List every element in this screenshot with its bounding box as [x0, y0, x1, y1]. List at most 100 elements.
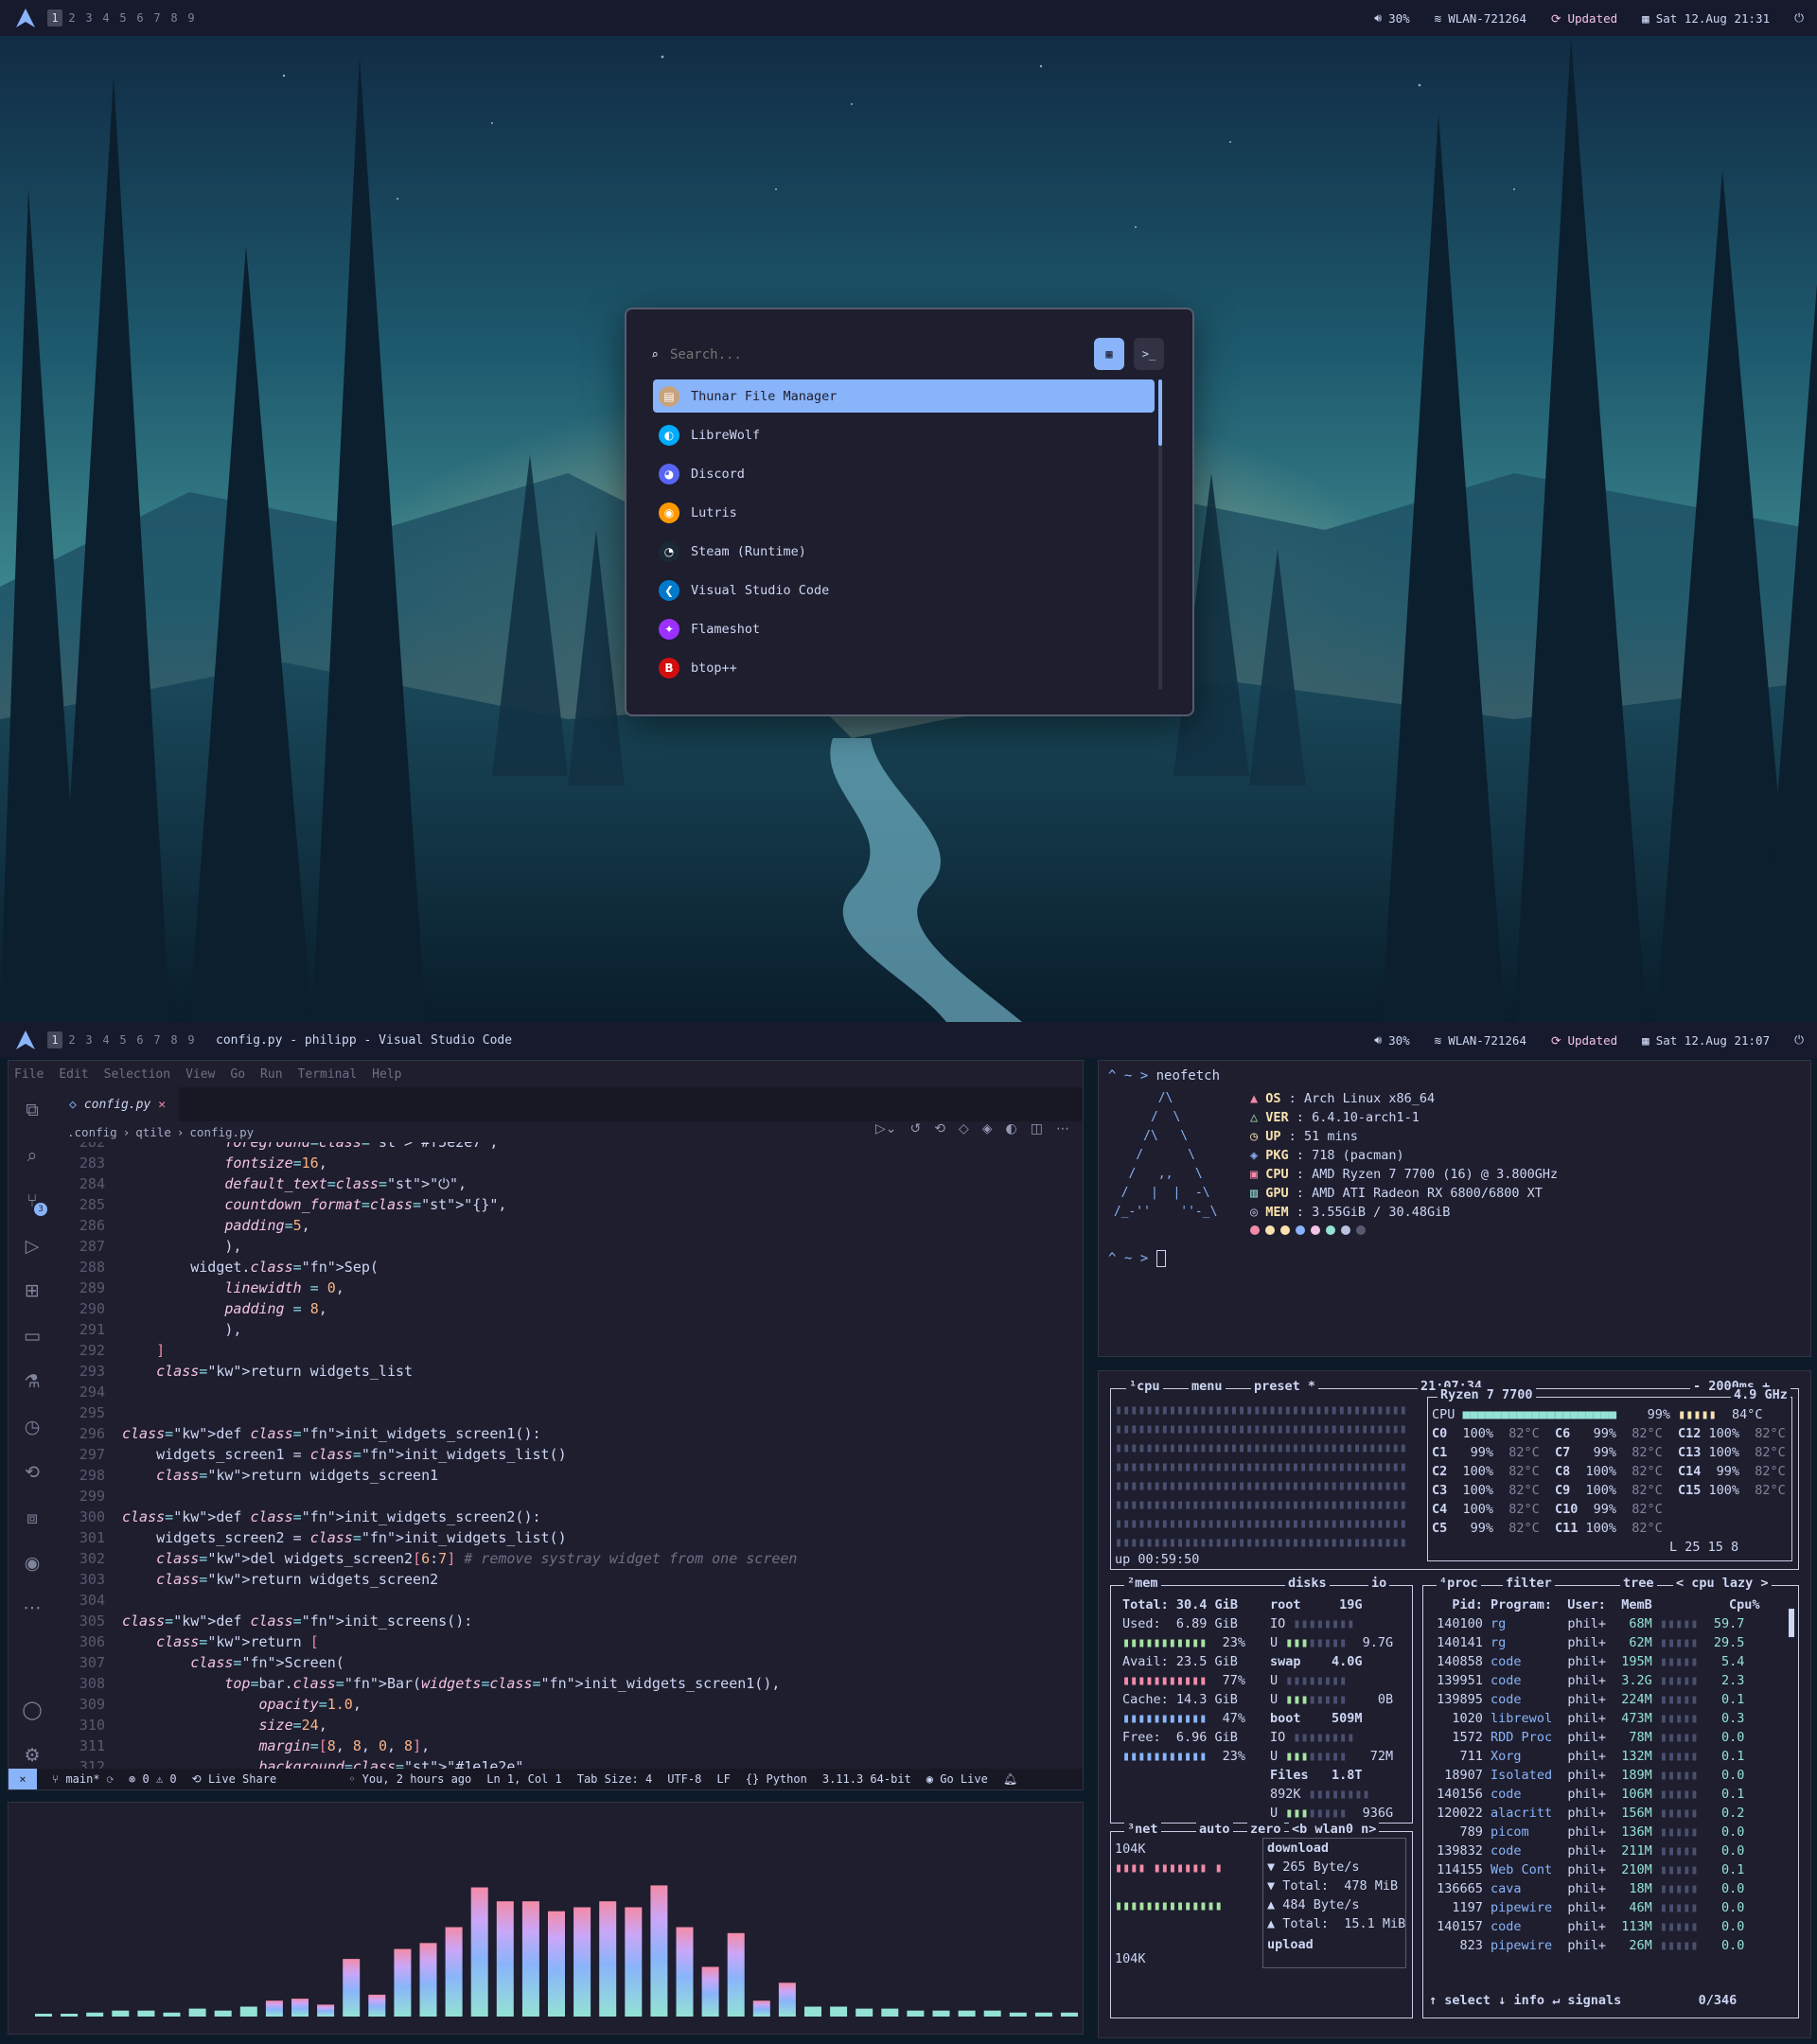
code-line[interactable]: foreground=class="st">"#f5e2e7", — [122, 1142, 498, 1153]
proc-sort[interactable]: < cpu lazy > — [1673, 1576, 1772, 1591]
breadcrumb-item[interactable]: qtile — [135, 1125, 171, 1139]
menu-file[interactable]: File — [14, 1067, 44, 1082]
code-line[interactable]: widget.class="fn">Sep( — [122, 1257, 379, 1278]
code-line[interactable]: padding = 8, — [122, 1298, 326, 1319]
process-row[interactable]: 139951 code phil+ 3.2G ▮▮▮▮▮ 2.3 — [1429, 1673, 1744, 1688]
updates-widget[interactable]: ⟳ Updated — [1551, 11, 1617, 26]
workspace-9[interactable]: 9 — [184, 9, 199, 26]
remote-indicator[interactable]: ⨯ — [9, 1769, 37, 1789]
code-line[interactable]: class="kw">def class="fn">init_widgets_s… — [122, 1507, 541, 1527]
notifications-bell-icon[interactable]: 🔔︎ — [1003, 1772, 1017, 1786]
explorer-icon[interactable]: ⧉ — [19, 1097, 45, 1123]
live-share-icon[interactable]: ⟲ — [19, 1459, 45, 1486]
io-title[interactable]: io — [1368, 1576, 1390, 1591]
history-icon[interactable]: ↺ — [910, 1121, 922, 1137]
tab-size[interactable]: Tab Size: 4 — [577, 1772, 652, 1786]
process-row[interactable]: 136665 cava phil+ 18M ▮▮▮▮▮ 0.0 — [1429, 1881, 1744, 1896]
code-line[interactable]: ] — [122, 1340, 165, 1361]
workspace-1[interactable]: 1 — [47, 1031, 62, 1048]
breadcrumb-item[interactable]: config.py — [189, 1125, 254, 1139]
prev-change-icon[interactable]: ◇ — [959, 1121, 969, 1137]
cpu-box-title[interactable]: ¹cpu — [1126, 1379, 1163, 1394]
proc-filter[interactable]: filter — [1503, 1576, 1555, 1591]
process-row[interactable]: 1020 librewol phil+ 473M ▮▮▮▮▮ 0.3 — [1429, 1711, 1744, 1726]
process-row[interactable]: 140858 code phil+ 195M ▮▮▮▮▮ 5.4 — [1429, 1654, 1744, 1669]
menu-view[interactable]: View — [185, 1067, 215, 1082]
github-icon[interactable]: ◉ — [19, 1550, 45, 1577]
process-row[interactable]: 18907 Isolated phil+ 189M ▮▮▮▮▮ 0.0 — [1429, 1768, 1744, 1783]
arch-logo-icon[interactable] — [11, 4, 40, 32]
breadcrumb-item[interactable]: .config — [67, 1125, 117, 1139]
btop-window[interactable]: ¹cpu menu preset * 21:07:34 - 2000ms + ▮… — [1098, 1370, 1811, 2038]
menu-edit[interactable]: Edit — [59, 1067, 88, 1082]
timeline-icon[interactable]: ◷ — [19, 1414, 45, 1440]
next-change-icon[interactable]: ◈ — [982, 1121, 993, 1137]
split-editor-icon[interactable]: ◫ — [1031, 1121, 1043, 1137]
go-live-button[interactable]: ◉ Go Live — [926, 1772, 988, 1786]
workspace-5[interactable]: 5 — [115, 9, 131, 26]
apps-mode-button[interactable]: ▦ — [1094, 338, 1124, 370]
menu-selection[interactable]: Selection — [104, 1067, 170, 1082]
process-row[interactable]: 140157 code phil+ 113M ▮▮▮▮▮ 0.0 — [1429, 1919, 1744, 1934]
code-line[interactable]: class="kw">def class="fn">init_widgets_s… — [122, 1423, 541, 1444]
revert-icon[interactable]: ⟲ — [934, 1121, 945, 1137]
preset-button[interactable]: preset * — [1251, 1379, 1319, 1394]
run-debug-icon[interactable]: ▷ — [19, 1233, 45, 1260]
launcher-item[interactable]: ❮ Visual Studio Code — [653, 573, 1155, 607]
process-row[interactable]: 114155 Web Cont phil+ 210M ▮▮▮▮▮ 0.1 — [1429, 1862, 1744, 1877]
process-row[interactable]: 1197 pipewire phil+ 46M ▮▮▮▮▮ 0.0 — [1429, 1900, 1744, 1915]
workspace-5[interactable]: 5 — [115, 1031, 131, 1048]
code-line[interactable]: top=bar.class="fn">Bar(widgets=class="fn… — [122, 1673, 780, 1694]
process-row[interactable]: 139832 code phil+ 211M ▮▮▮▮▮ 0.0 — [1429, 1843, 1744, 1859]
terminal-window[interactable]: ^ ~ > neofetch /\ / \ /\ \ / \ / ,, \ / … — [1098, 1060, 1811, 1357]
info-hint[interactable]: info ↵ — [1513, 1993, 1560, 2008]
code-line[interactable]: size=24, — [122, 1715, 327, 1736]
launcher-item[interactable]: ◐ LibreWolf — [653, 418, 1155, 451]
cursor-position[interactable]: Ln 1, Col 1 — [486, 1772, 561, 1786]
code-line[interactable]: ), — [122, 1236, 241, 1257]
workspace-8[interactable]: 8 — [167, 9, 182, 26]
code-line[interactable]: class="kw">del widgets_screen2[6:7] # re… — [122, 1548, 797, 1569]
encoding[interactable]: UTF-8 — [667, 1772, 701, 1786]
code-line[interactable]: class="kw">return widgets_list — [122, 1361, 413, 1382]
workspace-2[interactable]: 2 — [64, 9, 79, 26]
git-blame-status[interactable]: ◦ You, 2 hours ago — [348, 1772, 471, 1786]
eol[interactable]: LF — [716, 1772, 730, 1786]
code-line[interactable]: linewidth = 0, — [122, 1278, 344, 1298]
code-editor[interactable]: 282 foreground=class="st">"#f5e2e7", 283 … — [56, 1142, 1071, 1769]
menu-run[interactable]: Run — [260, 1067, 282, 1082]
workspace-6[interactable]: 6 — [132, 1031, 148, 1048]
extensions-icon[interactable]: ⊞ — [19, 1278, 45, 1304]
workspace-6[interactable]: 6 — [132, 9, 148, 26]
workspace-4[interactable]: 4 — [98, 9, 114, 26]
copilot-icon[interactable]: ◐ — [1006, 1121, 1017, 1137]
process-row[interactable]: 823 pipewire phil+ 26M ▮▮▮▮▮ 0.0 — [1429, 1938, 1745, 1953]
launcher-item[interactable]: ◉ Lutris — [653, 496, 1155, 529]
code-line[interactable]: background=class="st">"#1e1e2e" — [122, 1756, 524, 1769]
workspace-3[interactable]: 3 — [81, 9, 97, 26]
process-row[interactable]: 120022 alacritt phil+ 156M ▮▮▮▮▮ 0.2 — [1429, 1806, 1744, 1821]
close-tab-icon[interactable]: ✕ — [158, 1098, 166, 1112]
net-auto-toggle[interactable]: auto — [1196, 1822, 1233, 1837]
interpreter[interactable]: 3.11.3 64-bit — [822, 1772, 911, 1786]
code-line[interactable]: class="kw">return [ — [122, 1631, 319, 1652]
account-icon[interactable]: ◯ — [19, 1697, 45, 1723]
code-line[interactable]: class="kw">return widgets_screen1 — [122, 1465, 438, 1486]
wifi-widget[interactable]: ≋ WLAN-721264 — [1435, 11, 1526, 26]
menu-go[interactable]: Go — [230, 1067, 245, 1082]
problems-status[interactable]: ⊗ 0 ⚠ 0 — [129, 1772, 177, 1786]
code-line[interactable]: margin=[8, 8, 0, 8], — [122, 1736, 431, 1756]
code-line[interactable]: class="kw">def class="fn">init_screens()… — [122, 1611, 472, 1631]
net-interface[interactable]: <b wlan0 n> — [1289, 1822, 1380, 1837]
run-icon[interactable]: ▷⌄ — [875, 1121, 897, 1137]
more-icon[interactable]: ⋯ — [19, 1595, 45, 1621]
launcher-item[interactable]: ✦ Flameshot — [653, 612, 1155, 645]
power-button[interactable]: ⏻ — [1794, 10, 1804, 26]
run-mode-button[interactable]: >_ — [1134, 338, 1164, 370]
process-row[interactable]: 711 Xorg phil+ 132M ▮▮▮▮▮ 0.1 — [1429, 1749, 1745, 1764]
process-row[interactable]: 140100 rg phil+ 68M ▮▮▮▮▮ 59.7 — [1429, 1616, 1744, 1631]
launcher-item[interactable]: ◕ Discord — [653, 457, 1155, 490]
workspace-3[interactable]: 3 — [81, 1031, 97, 1048]
power-button[interactable]: ⏻ — [1794, 1032, 1804, 1048]
testing-icon[interactable]: ⚗ — [19, 1368, 45, 1395]
